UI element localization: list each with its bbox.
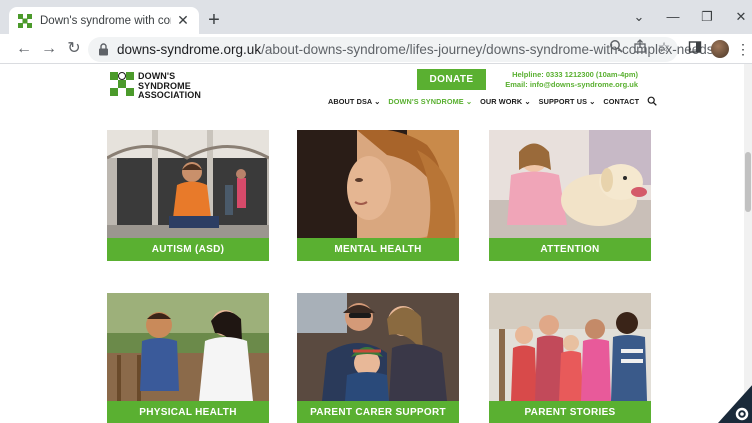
reload-icon[interactable]: ↻ xyxy=(64,39,84,59)
minimize-icon[interactable]: — xyxy=(662,8,684,26)
page-content: DOWN'S SYNDROME ASSOCIATION DONATE Helpl… xyxy=(0,64,752,423)
profile-avatar[interactable] xyxy=(711,40,729,58)
card-physical-health-label[interactable]: PHYSICAL HEALTH xyxy=(107,401,269,423)
tab-search-chevron-icon[interactable]: ⌄ xyxy=(628,8,650,26)
card-parent-carer-support-label[interactable]: PARENT CARER SUPPORT xyxy=(297,401,459,423)
parent-carer-support-photo xyxy=(297,293,459,401)
dsa-logo-text: DOWN'S SYNDROME ASSOCIATION xyxy=(138,71,201,100)
card-mental-health-label[interactable]: MENTAL HEALTH xyxy=(297,238,459,261)
donate-button[interactable]: DONATE xyxy=(417,69,486,90)
contact-info: Helpline: 0333 1212300 (10am-4pm) Email:… xyxy=(490,70,638,90)
card-mental-health[interactable]: MENTAL HEALTH xyxy=(297,130,459,261)
card-attention[interactable]: ATTENTION xyxy=(489,130,651,261)
physical-health-photo xyxy=(107,293,269,401)
nav-about-dsa[interactable]: ABOUT DSA ⌄ xyxy=(328,97,380,106)
share-icon[interactable] xyxy=(632,39,648,55)
new-tab-icon[interactable]: + xyxy=(205,10,223,30)
address-bar[interactable]: downs-syndrome.org.uk/about-downs-syndro… xyxy=(88,37,717,62)
nav-support-us[interactable]: SUPPORT US ⌄ xyxy=(539,97,596,106)
url-path: /about-downs-syndrome/lifes-journey/down… xyxy=(261,42,718,57)
card-autism[interactable]: AUTISM (ASD) xyxy=(107,130,269,261)
url-domain: downs-syndrome.org.uk xyxy=(117,42,262,57)
close-window-icon[interactable]: ✕ xyxy=(730,8,752,26)
bookmark-star-icon[interactable]: ☆ xyxy=(656,39,672,55)
accessibility-settings-gear-icon[interactable] xyxy=(716,383,752,423)
card-autism-label[interactable]: AUTISM (ASD) xyxy=(107,238,269,261)
page-scrollbar[interactable] xyxy=(744,64,752,423)
url-text: downs-syndrome.org.uk/about-downs-syndro… xyxy=(117,42,717,57)
helpline-text[interactable]: Helpline: 0333 1212300 (10am-4pm) xyxy=(490,70,638,80)
dsa-logo-mark xyxy=(110,72,134,100)
forward-icon[interactable]: → xyxy=(39,39,59,59)
dsa-logo[interactable]: DOWN'S SYNDROME ASSOCIATION xyxy=(110,71,205,100)
back-icon[interactable]: ← xyxy=(14,39,34,59)
restore-icon[interactable]: ❐ xyxy=(696,8,718,26)
lock-icon xyxy=(99,43,108,56)
zoom-search-icon[interactable] xyxy=(608,39,624,55)
attention-photo xyxy=(489,130,651,238)
autism-photo xyxy=(107,130,269,238)
scrollbar-thumb[interactable] xyxy=(745,152,751,212)
mental-health-photo xyxy=(297,130,459,238)
browser-toolbar: ← → ↻ downs-syndrome.org.uk/about-downs-… xyxy=(0,34,752,64)
browser-tab[interactable]: Down's syndrome with complex nee ✕ xyxy=(9,7,199,34)
card-parent-stories[interactable]: PARENT STORIES xyxy=(489,293,651,423)
tab-close-icon[interactable]: ✕ xyxy=(175,12,191,29)
menu-kebab-icon[interactable]: ⋮ xyxy=(734,40,752,58)
logo-line-3: ASSOCIATION xyxy=(138,90,201,100)
card-parent-stories-label[interactable]: PARENT STORIES xyxy=(489,401,651,423)
nav-contact[interactable]: CONTACT xyxy=(603,97,639,106)
site-favicon-icon xyxy=(18,13,32,28)
nav-downs-syndrome[interactable]: DOWN'S SYNDROME ⌄ xyxy=(388,97,472,106)
site-search-icon[interactable] xyxy=(647,96,657,106)
card-physical-health[interactable]: PHYSICAL HEALTH xyxy=(107,293,269,423)
side-panel-icon[interactable] xyxy=(686,40,704,58)
parent-stories-photo xyxy=(489,293,651,401)
browser-tab-bar: Down's syndrome with complex nee ✕ + ⌄ —… xyxy=(0,0,752,34)
tab-title: Down's syndrome with complex nee xyxy=(40,14,171,27)
card-attention-label[interactable]: ATTENTION xyxy=(489,238,651,261)
card-parent-carer-support[interactable]: PARENT CARER SUPPORT xyxy=(297,293,459,423)
nav-our-work[interactable]: OUR WORK ⌄ xyxy=(480,97,531,106)
main-navigation: ABOUT DSA ⌄ DOWN'S SYNDROME ⌄ OUR WORK ⌄… xyxy=(328,95,657,107)
email-text[interactable]: Email: info@downs-syndrome.org.uk xyxy=(490,80,638,90)
